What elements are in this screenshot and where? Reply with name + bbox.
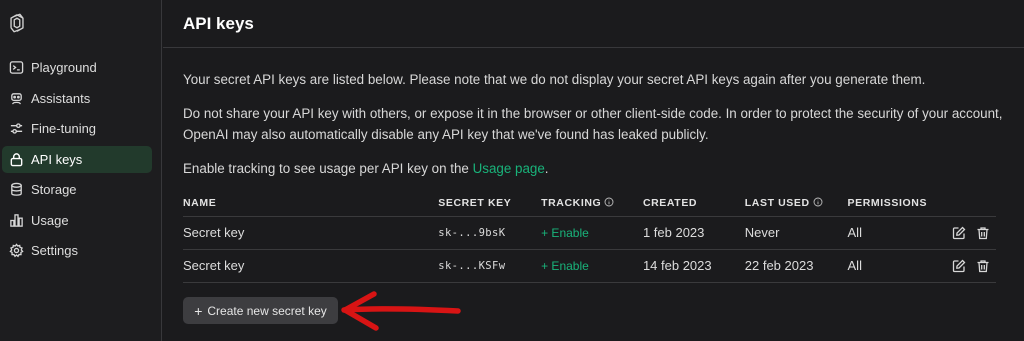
enable-tracking-link[interactable]: + Enable <box>541 216 643 250</box>
plus-icon: + <box>194 302 203 319</box>
column-header-last-used: LAST USED <box>744 190 848 217</box>
key-name: Secret key <box>183 249 439 283</box>
key-secret: sk-...9bsK <box>438 216 542 250</box>
gear-icon <box>8 243 24 259</box>
sliders-icon <box>8 121 24 137</box>
sidebar-item-playground[interactable]: Playground <box>2 54 152 81</box>
annotation-arrow <box>341 291 461 331</box>
sidebar-nav: Playground Assistants Fine-tuning API ke… <box>2 54 152 268</box>
create-new-secret-key-button[interactable]: + Create new secret key <box>183 297 338 324</box>
page-header: API keys <box>163 0 1024 48</box>
key-permissions: All <box>847 216 928 250</box>
sidebar: Playground Assistants Fine-tuning API ke… <box>0 0 162 341</box>
sidebar-item-assistants[interactable]: Assistants <box>2 85 152 112</box>
sidebar-item-label: Storage <box>31 182 77 197</box>
sidebar-item-label: Assistants <box>31 90 91 106</box>
bar-chart-icon <box>8 212 24 228</box>
column-header-permissions: PERMISSIONS <box>847 190 928 217</box>
enable-tracking-link[interactable]: + Enable <box>541 249 643 283</box>
delete-icon[interactable] <box>976 226 990 240</box>
terminal-icon <box>8 60 24 76</box>
usage-page-link[interactable]: Usage page <box>473 161 545 176</box>
column-header-name: NAME <box>183 190 439 217</box>
warning-paragraph: Do not share your API key with others, o… <box>183 106 1003 142</box>
key-name: Secret key <box>183 216 439 250</box>
table-row: Secret key sk-...KSFw + Enable 14 feb 20… <box>183 249 996 283</box>
database-icon <box>8 182 24 198</box>
tracking-text: Enable tracking to see usage per API key… <box>183 161 473 176</box>
main-content: API keys Your secret API keys are listed… <box>163 0 1024 341</box>
create-button-label: Create new secret key <box>207 303 327 318</box>
sidebar-item-label: Usage <box>31 212 69 228</box>
row-actions <box>927 249 996 283</box>
sidebar-item-label: Fine-tuning <box>31 121 97 136</box>
info-icon[interactable] <box>813 197 823 207</box>
sidebar-item-label: API keys <box>31 151 83 167</box>
table-header-row: NAME SECRET KEY TRACKING CREATED LAST US… <box>183 190 996 217</box>
key-permissions: All <box>847 249 928 283</box>
sidebar-item-settings[interactable]: Settings <box>2 237 152 264</box>
info-icon[interactable] <box>604 197 614 207</box>
key-created: 14 feb 2023 <box>642 249 745 283</box>
edit-icon[interactable] <box>952 259 966 273</box>
openai-logo-icon[interactable] <box>6 12 28 34</box>
sidebar-item-label: Playground <box>31 60 97 75</box>
row-actions <box>927 216 996 250</box>
tracking-paragraph: Enable tracking to see usage per API key… <box>183 158 1003 179</box>
sidebar-item-fine-tuning[interactable]: Fine-tuning <box>2 115 152 142</box>
edit-icon[interactable] <box>952 226 966 240</box>
sidebar-item-storage[interactable]: Storage <box>2 176 152 203</box>
key-last-used: Never <box>744 216 848 250</box>
key-secret: sk-...KSFw <box>438 249 542 283</box>
key-last-used: 22 feb 2023 <box>744 249 848 283</box>
delete-icon[interactable] <box>976 259 990 273</box>
robot-icon <box>8 90 24 106</box>
column-header-secret-key: SECRET KEY <box>438 190 542 217</box>
lock-icon <box>8 151 24 167</box>
column-header-last-used-label: LAST USED <box>744 196 810 209</box>
key-created: 1 feb 2023 <box>642 216 745 250</box>
api-keys-table: NAME SECRET KEY TRACKING CREATED LAST US… <box>183 190 996 283</box>
tracking-text-end: . <box>544 161 549 176</box>
page-title: API keys <box>183 13 254 33</box>
column-header-tracking-label: TRACKING <box>541 196 602 209</box>
sidebar-item-label: Settings <box>31 243 78 258</box>
column-header-actions <box>927 190 996 217</box>
column-header-created: CREATED <box>642 190 745 217</box>
sidebar-item-usage[interactable]: Usage <box>2 207 152 234</box>
intro-paragraph: Your secret API keys are listed below. P… <box>183 72 926 87</box>
table-row: Secret key sk-...9bsK + Enable 1 feb 202… <box>183 216 996 250</box>
sidebar-item-api-keys[interactable]: API keys <box>2 145 152 173</box>
column-header-tracking: TRACKING <box>541 190 643 217</box>
